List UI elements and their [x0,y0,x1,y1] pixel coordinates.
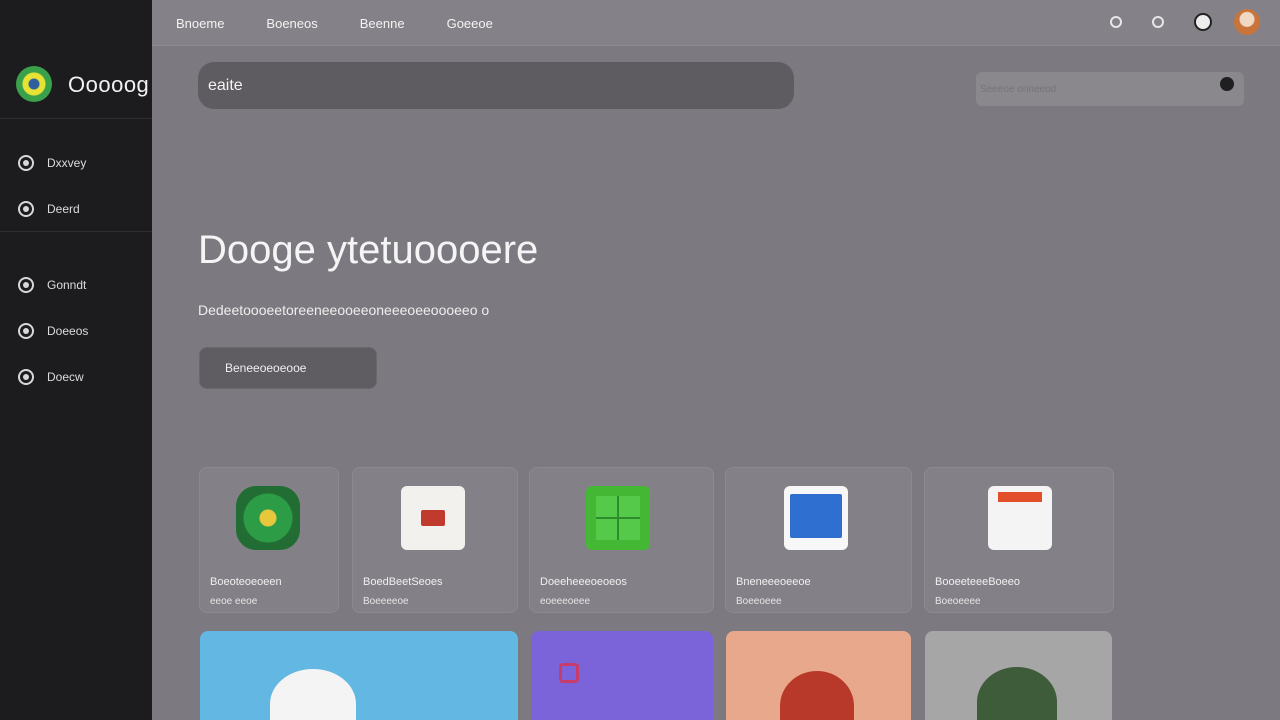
app-subtitle: Boeeeeoe [363,596,409,607]
app-name: BooeeteeeBoeeo [935,576,1021,588]
app-icon [586,486,650,550]
featured-tile[interactable] [531,631,713,720]
app-icon [988,486,1052,550]
sidebar-item-5[interactable]: Doecw [0,354,152,400]
brand[interactable]: Ooooog [0,46,152,119]
sidebar-group-secondary: Gonndt Doeeos Doecw [0,262,152,400]
tile-illustration [977,667,1057,720]
app-icon [401,486,465,550]
sidebar-item-label: Gonndt [47,278,87,292]
app-subtitle: Boeoeeee [935,596,981,607]
circle-icon [18,369,34,385]
app-name: Boeoteoeoeen [210,576,282,588]
app-name: Doeeheeeoeoeos [540,576,627,588]
circle-icon [18,155,34,171]
sidebar-item-label: Doeeos [47,324,89,338]
top-nav-item-4[interactable]: Goeeoe [447,16,493,31]
app-card[interactable]: BooeeteeeBoeeo Boeoeeee [924,467,1114,613]
app-subtitle: eoeeeoeee [540,596,591,607]
app-subtitle: Boeeoeee [736,596,782,607]
top-nav-item-2[interactable]: Boeneos [266,16,317,31]
tile-illustration [559,663,579,683]
sidebar-item-label: Dxxvey [47,156,87,170]
top-actions [1080,9,1260,35]
notifications-icon[interactable] [1152,16,1164,28]
top-bar: Bnoeme Boeneos Beenne Goeeoe [152,0,1280,46]
sidebar-item-label: Doecw [47,370,84,384]
sidebar-item-3[interactable]: Gonndt [0,262,152,308]
page-subtitle: Dedeetoooeetoreeneeooeeoneeeoeeoooeeo o [198,302,490,318]
filter-input[interactable] [980,81,1200,97]
sidebar-item-2[interactable]: Deerd [0,186,152,232]
clock-icon[interactable] [1194,13,1212,31]
top-nav-item-3[interactable]: Beenne [360,16,405,31]
app-card[interactable]: Boeoteoeoeen eeoe eeoe [199,467,339,613]
top-nav: Bnoeme Boeneos Beenne Goeeoe [176,0,535,46]
featured-tile[interactable] [200,631,518,720]
top-nav-item-1[interactable]: Bnoeme [176,16,224,31]
app-card[interactable]: Bneneeeoeeoe Boeeoeee [725,467,912,613]
app-subtitle: eeoe eeoe [210,596,258,607]
search-bar [198,62,794,109]
tile-illustration [270,669,356,720]
settings-icon[interactable] [1110,16,1122,28]
brand-name: Ooooog [68,72,150,97]
app-name: Bneneeeoeeoe [736,576,811,588]
sidebar: Ooooog Dxxvey Deerd Gonndt Doeeos Doecw [0,0,152,720]
app-logo-icon [16,66,52,102]
featured-tile[interactable] [925,631,1112,720]
filter-bar [976,72,1244,106]
circle-icon [18,201,34,217]
avatar[interactable] [1234,9,1260,35]
search-icon[interactable] [1220,77,1234,91]
circle-icon [18,277,34,293]
app-card[interactable]: Doeeheeeoeoeos eoeeeoeee [529,467,714,613]
app-icon [784,486,848,550]
hero-button[interactable]: Beneeoeoeooe [199,347,377,389]
search-input[interactable] [208,74,768,98]
app-card[interactable]: BoedBeetSeoes Boeeeeoe [352,467,518,613]
sidebar-item-4[interactable]: Doeeos [0,308,152,354]
featured-tile[interactable] [726,631,911,720]
tile-illustration [780,671,854,720]
page-title: Dooge ytetuoooere [198,228,539,272]
app-name: BoedBeetSeoes [363,576,443,588]
sidebar-item-label: Deerd [47,202,80,216]
sidebar-item-1[interactable]: Dxxvey [0,140,152,186]
app-icon [236,486,300,550]
sidebar-group-primary: Dxxvey Deerd [0,140,152,232]
circle-icon [18,323,34,339]
